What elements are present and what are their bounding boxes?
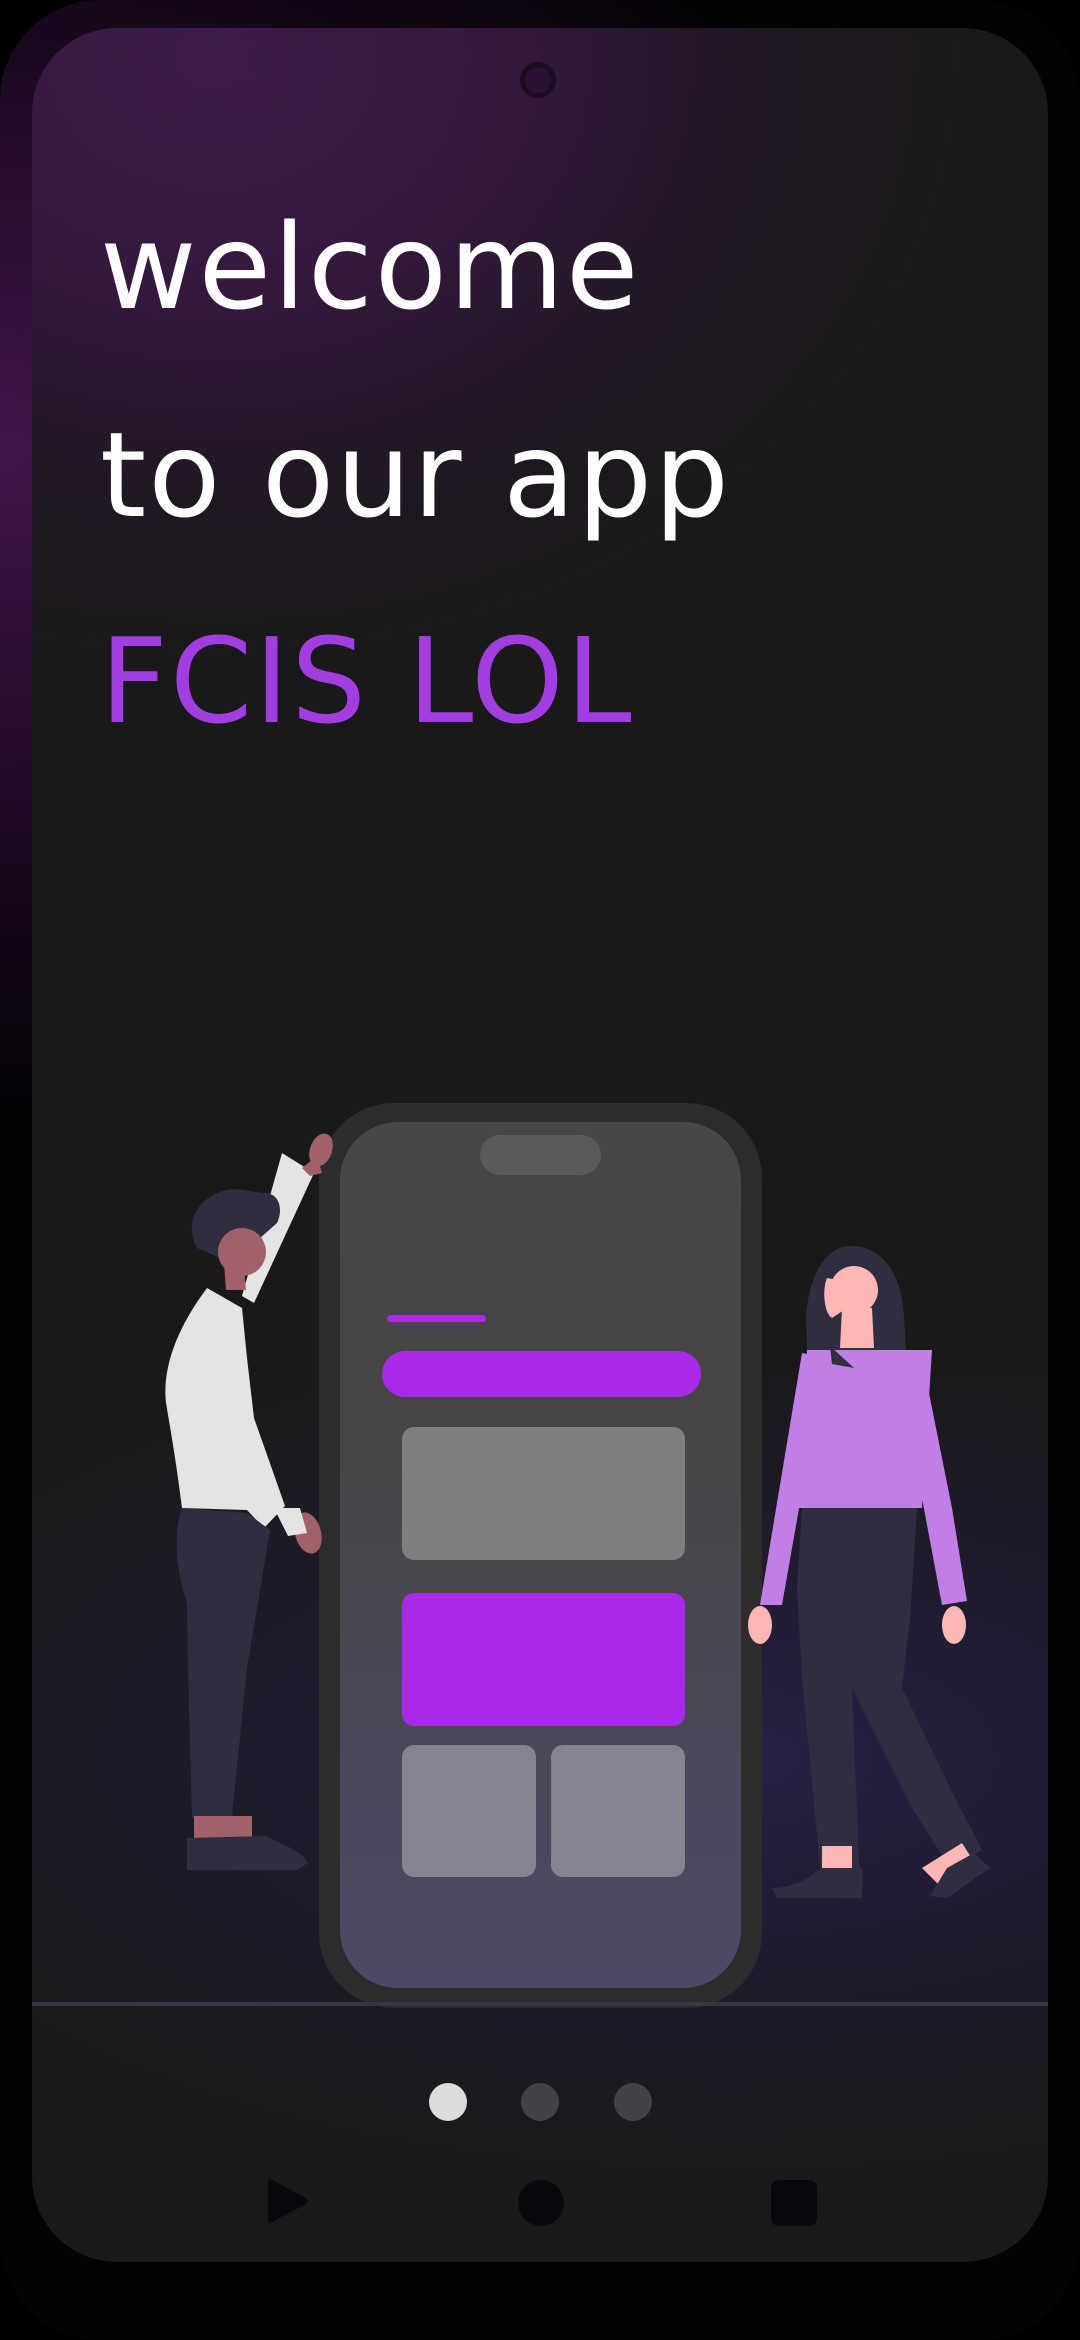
man-figure-illustration xyxy=(165,1133,333,1870)
system-navigation-bar xyxy=(32,2178,1048,2238)
page-dot-3[interactable] xyxy=(614,2083,652,2121)
welcome-heading: welcome xyxy=(100,198,641,336)
welcome-subheading: to our app xyxy=(100,406,732,544)
app-name-title: FCIS LOL xyxy=(100,612,634,750)
back-button[interactable] xyxy=(262,2178,312,2228)
page-indicator xyxy=(32,2083,1048,2123)
floor-line xyxy=(32,2002,1048,2006)
phone-frame: welcome to our app FCIS LOL xyxy=(0,0,1080,2340)
front-camera-icon xyxy=(520,62,556,98)
woman-figure-illustration xyxy=(748,1246,990,1898)
app-screen: welcome to our app FCIS LOL xyxy=(32,28,1048,2262)
onboarding-illustration xyxy=(165,1103,990,2008)
home-button[interactable] xyxy=(516,2178,566,2228)
page-dot-2[interactable] xyxy=(521,2083,559,2121)
triangle-back-icon xyxy=(268,2179,308,2223)
recents-button[interactable] xyxy=(769,2178,819,2228)
square-recents-icon xyxy=(771,2180,817,2226)
page-dot-1[interactable] xyxy=(429,2083,467,2121)
phone-mockup-illustration xyxy=(319,1103,762,2008)
circle-home-icon xyxy=(518,2180,564,2226)
